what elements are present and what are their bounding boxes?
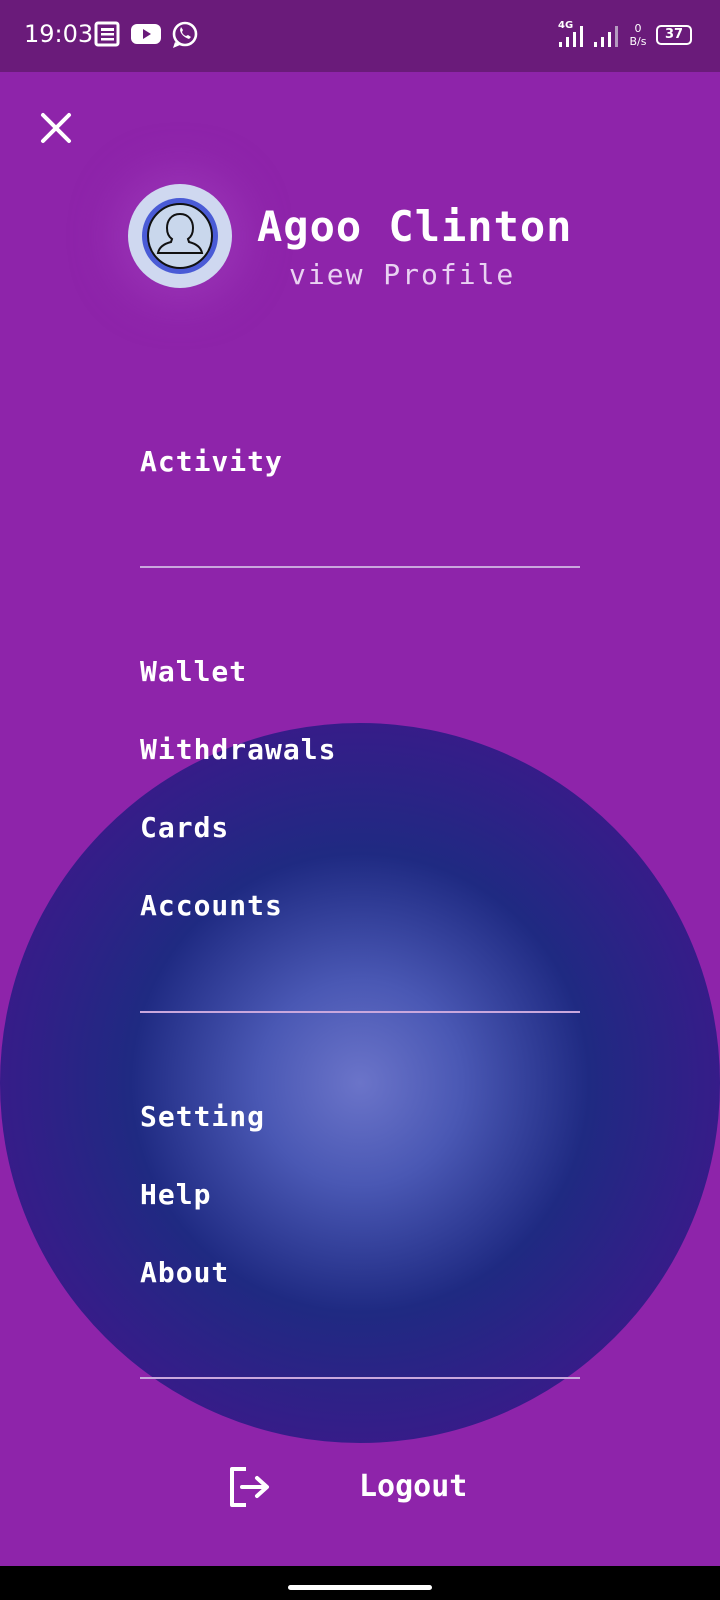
view-profile-link[interactable]: view Profile (289, 258, 515, 291)
signal-icon (594, 26, 618, 47)
menu-item-setting[interactable]: Setting (140, 1100, 265, 1133)
data-speed: 0 B/s (624, 22, 652, 48)
status-bar: 19:03 4G 0 B/s 37 (0, 0, 720, 72)
menu-item-help[interactable]: Help (140, 1178, 211, 1211)
menu-item-about[interactable]: About (140, 1256, 229, 1289)
profile-name: Agoo Clinton (257, 202, 573, 251)
divider (140, 1011, 580, 1013)
youtube-icon (131, 24, 161, 44)
background-orb (0, 723, 720, 1443)
system-nav-bar (0, 1566, 720, 1600)
battery-level: 37 (664, 27, 684, 42)
menu-item-wallet[interactable]: Wallet (140, 655, 247, 688)
user-avatar-icon (142, 198, 218, 274)
data-speed-value: 0 (634, 22, 642, 35)
menu-item-cards[interactable]: Cards (140, 811, 229, 844)
close-icon[interactable] (34, 106, 78, 150)
signal-4g-icon: 4G (558, 20, 583, 47)
menu-item-activity[interactable]: Activity (140, 445, 283, 478)
network-type-label: 4G (558, 20, 573, 31)
menu-item-accounts[interactable]: Accounts (140, 889, 283, 922)
whatsapp-icon (172, 21, 198, 48)
logout-button[interactable]: Logout (359, 1469, 467, 1504)
avatar[interactable] (128, 184, 232, 288)
menu-item-withdrawals[interactable]: Withdrawals (140, 733, 336, 766)
status-time: 19:03 (24, 20, 94, 48)
home-indicator[interactable] (288, 1585, 432, 1590)
news-icon (94, 21, 120, 47)
data-speed-unit: B/s (629, 35, 647, 48)
battery-indicator: 37 (656, 25, 692, 45)
divider (140, 1377, 580, 1379)
logout-icon[interactable] (228, 1466, 272, 1508)
divider (140, 566, 580, 568)
